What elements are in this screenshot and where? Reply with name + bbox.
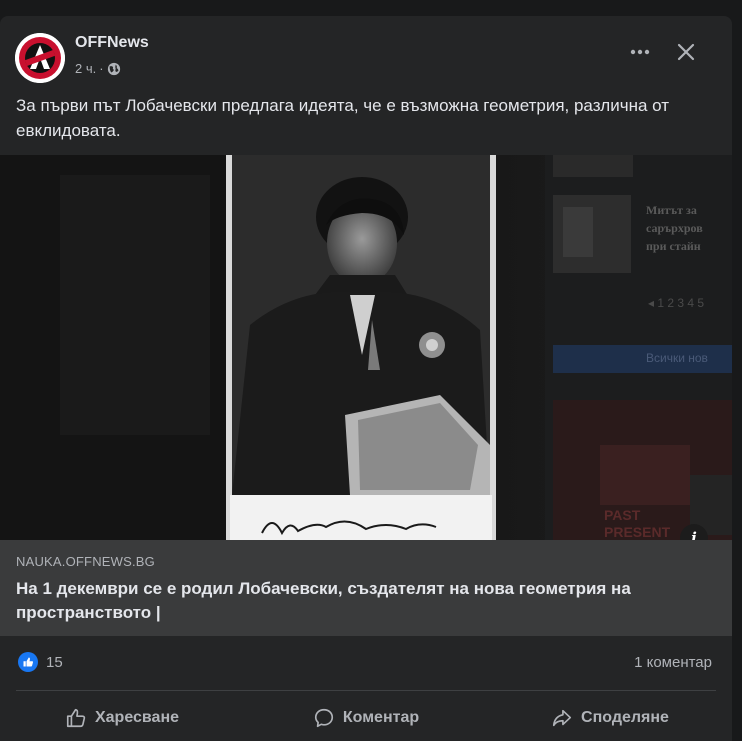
- post-stats: 15 1 коментар: [0, 636, 732, 690]
- like-button[interactable]: Харесване: [0, 696, 244, 740]
- post-header: OFFNews 2 ч. ·: [0, 16, 732, 86]
- thumbs-up-icon: [23, 657, 34, 667]
- share-label: Споделяне: [581, 709, 669, 726]
- post-meta: 2 ч. ·: [75, 61, 121, 76]
- page-name[interactable]: OFFNews: [75, 34, 149, 52]
- like-label: Харесване: [94, 709, 179, 726]
- reactions-count[interactable]: 15: [46, 654, 63, 671]
- globe-icon: [107, 62, 120, 75]
- close-button[interactable]: [668, 34, 704, 70]
- like-reaction-icon[interactable]: [18, 652, 38, 672]
- link-preview[interactable]: NAUKA.OFFNEWS.BG На 1 декември се е роди…: [0, 540, 732, 636]
- action-bar: Харесване Коментар Споделяне: [0, 696, 732, 740]
- page-avatar[interactable]: [15, 33, 65, 83]
- image-banner: PAST PRESENT: [604, 507, 670, 540]
- image-sidebar-line: Митът за: [646, 203, 697, 217]
- share-button[interactable]: Споделяне: [488, 696, 732, 740]
- meta-separator: ·: [99, 61, 104, 76]
- actions-divider: [16, 690, 716, 691]
- link-preview-image[interactable]: Митът за сарърхров при стайн ◂ 1 2 3 4 5…: [0, 155, 732, 540]
- comment-button[interactable]: Коментар: [244, 696, 488, 740]
- image-sidebar-text: Митът за сарърхров при стайн: [646, 201, 703, 255]
- image-all-news-button: Всички нов: [646, 351, 708, 365]
- link-domain: NAUKA.OFFNEWS.BG: [16, 554, 155, 569]
- like-icon: [66, 708, 86, 728]
- comment-icon: [314, 708, 333, 728]
- image-banner-line: PRESENT: [604, 524, 671, 540]
- more-options-icon: [630, 49, 650, 55]
- close-icon: [677, 43, 695, 61]
- more-options-button[interactable]: [622, 34, 658, 70]
- comments-count[interactable]: 1 коментар: [634, 654, 712, 671]
- image-sidebar-line: при стайн: [646, 239, 701, 253]
- post-text: За първи път Лобачевски предлага идеята,…: [16, 96, 669, 140]
- link-title: На 1 декември се е родил Лобачевски, съз…: [16, 579, 631, 622]
- share-icon: [552, 709, 572, 727]
- post-time[interactable]: 2 ч.: [75, 61, 96, 76]
- offnews-logo-icon: [15, 33, 65, 83]
- post-card: OFFNews 2 ч. · За първи път Лобачевски п…: [0, 16, 732, 741]
- lobachevsky-portrait-image: [0, 155, 732, 540]
- image-pagination: ◂ 1 2 3 4 5: [648, 296, 705, 310]
- comment-label: Коментар: [342, 709, 420, 726]
- image-banner-line: PAST: [604, 507, 641, 523]
- image-sidebar-line: сарърхров: [646, 221, 703, 235]
